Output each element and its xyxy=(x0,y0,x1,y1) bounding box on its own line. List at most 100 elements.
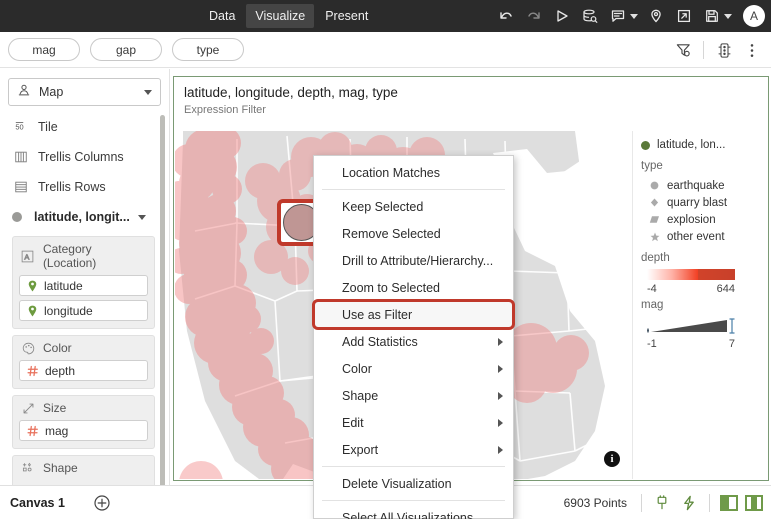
filter-chip-bar: mag gap type xyxy=(0,32,771,68)
palette-icon xyxy=(19,342,37,355)
chevron-down-icon[interactable] xyxy=(144,89,152,95)
layout-left-fill xyxy=(722,496,729,509)
comments-icon[interactable] xyxy=(605,3,631,29)
application-window: Data Visualize Present A mag gap type Ma… xyxy=(0,0,771,519)
left-panel-scrollbar[interactable] xyxy=(160,115,165,485)
mag-max-label: 7 xyxy=(728,338,735,350)
save-icon[interactable] xyxy=(699,3,725,29)
layout-left-empty xyxy=(729,496,736,509)
menu-item-use-as-filter[interactable]: Use as Filter xyxy=(312,299,515,330)
depth-min-label: -4 xyxy=(647,283,657,295)
pill-mag[interactable]: mag xyxy=(19,420,148,441)
legend-header[interactable]: latitude, lon... xyxy=(641,139,767,151)
tab-data[interactable]: Data xyxy=(200,4,244,28)
bottom-divider xyxy=(641,493,642,512)
tile-icon: 50 xyxy=(12,120,30,134)
menu-item-export[interactable]: Export xyxy=(314,436,513,463)
tab-visualize[interactable]: Visualize xyxy=(246,4,315,28)
layer-header-row[interactable]: latitude, longit... xyxy=(0,202,169,232)
menu-item-shape[interactable]: Shape xyxy=(314,382,513,409)
legend-item-explosion[interactable]: explosion xyxy=(647,211,767,228)
pill-label: depth xyxy=(45,363,76,378)
menu-item-zoom-to-selected[interactable]: Zoom to Selected xyxy=(314,274,513,301)
legend-panel: latitude, lon... type earthquake quarry … xyxy=(632,131,767,479)
mag-size-ramp[interactable] xyxy=(647,316,739,336)
svg-text:50: 50 xyxy=(15,123,23,132)
layout-left-icon[interactable] xyxy=(720,494,738,511)
pill-longitude[interactable]: longitude xyxy=(19,300,148,321)
pill-label: mag xyxy=(45,423,69,438)
menu-item-keep-selected[interactable]: Keep Selected xyxy=(314,193,513,220)
depth-range: -4 644 xyxy=(647,283,735,295)
performance-icon[interactable] xyxy=(679,493,699,513)
diamond-icon xyxy=(647,198,662,207)
traffic-light-icon[interactable] xyxy=(713,39,735,61)
depth-color-gradient[interactable] xyxy=(647,269,735,280)
submenu-arrow-icon xyxy=(498,418,503,427)
pill-label: longitude xyxy=(44,303,93,318)
menu-item-edit[interactable]: Edit xyxy=(314,409,513,436)
menu-separator xyxy=(322,189,505,190)
undo-icon[interactable] xyxy=(493,3,519,29)
tab-present[interactable]: Present xyxy=(316,4,377,28)
panel-row-tile[interactable]: 50 Tile xyxy=(0,112,169,142)
canvas-tab-label[interactable]: Canvas 1 xyxy=(10,496,65,510)
location-icon[interactable] xyxy=(643,3,669,29)
pill-depth[interactable]: depth xyxy=(19,360,148,381)
mag-min-label: -1 xyxy=(647,338,657,350)
submenu-arrow-icon xyxy=(498,364,503,373)
pill-label: latitude xyxy=(44,278,83,293)
layout-center-fill xyxy=(751,496,757,509)
marking-icon[interactable] xyxy=(652,493,672,513)
save-dropdown-caret[interactable] xyxy=(724,13,732,19)
group-shape: Shape xyxy=(12,455,155,485)
main-nav-tabs: Data Visualize Present xyxy=(200,4,377,28)
filter-chip-type[interactable]: type xyxy=(172,38,244,61)
menu-item-location-matches[interactable]: Location Matches xyxy=(314,159,513,186)
panel-row-trellis-rows[interactable]: Trellis Rows xyxy=(0,172,169,202)
resize-icon xyxy=(19,402,37,415)
submenu-arrow-icon xyxy=(498,391,503,400)
menu-item-color[interactable]: Color xyxy=(314,355,513,382)
panel-row-label: Trellis Columns xyxy=(38,150,124,164)
legend-item-label: earthquake xyxy=(667,179,725,192)
map-info-icon[interactable]: i xyxy=(604,451,620,467)
play-icon[interactable] xyxy=(549,3,575,29)
panel-row-trellis-columns[interactable]: Trellis Columns xyxy=(0,142,169,172)
export-icon[interactable] xyxy=(671,3,697,29)
layout-center-icon[interactable] xyxy=(745,494,763,511)
group-color: Color depth xyxy=(12,335,155,389)
visualization-type-selector[interactable]: Map xyxy=(8,78,161,106)
legend-item-quarry-blast[interactable]: quarry blast xyxy=(647,194,767,211)
comments-dropdown-caret[interactable] xyxy=(630,13,638,19)
attribute-icon: A xyxy=(19,250,37,263)
layer-chevron-down-icon[interactable] xyxy=(137,214,146,220)
depth-max-label: 644 xyxy=(716,283,735,295)
legend-item-earthquake[interactable]: earthquake xyxy=(647,177,767,194)
group-size: Size mag xyxy=(12,395,155,449)
bottom-bar-actions: 6903 Points xyxy=(564,493,763,513)
avatar[interactable]: A xyxy=(743,5,765,27)
group-title-label: Category (Location) xyxy=(42,242,97,270)
more-options-icon[interactable] xyxy=(741,39,763,61)
menu-item-select-all-visualizations[interactable]: Select All Visualizations xyxy=(314,504,513,519)
redo-icon[interactable] xyxy=(521,3,547,29)
left-configuration-panel: Map 50 Tile Trellis Columns Trellis Rows… xyxy=(0,69,170,485)
filter-chip-mag[interactable]: mag xyxy=(8,38,80,61)
legend-item-label: explosion xyxy=(667,213,716,226)
group-title: Color xyxy=(19,341,148,355)
menu-item-add-statistics[interactable]: Add Statistics xyxy=(314,328,513,355)
filter-chip-gap[interactable]: gap xyxy=(90,38,162,61)
legend-item-other-event[interactable]: other event xyxy=(647,228,767,245)
pill-latitude[interactable]: latitude xyxy=(19,275,148,296)
filter-icon[interactable] xyxy=(672,39,694,61)
menu-separator xyxy=(322,500,505,501)
menu-item-label: Shape xyxy=(342,388,379,403)
menu-item-drill-to-attribute[interactable]: Drill to Attribute/Hierarchy... xyxy=(314,247,513,274)
menu-item-delete-visualization[interactable]: Delete Visualization xyxy=(314,470,513,497)
menu-item-label: Color xyxy=(342,361,372,376)
menu-item-remove-selected[interactable]: Remove Selected xyxy=(314,220,513,247)
star-icon xyxy=(647,232,662,242)
add-canvas-icon[interactable] xyxy=(93,494,111,512)
data-panel-icon[interactable] xyxy=(577,3,603,29)
